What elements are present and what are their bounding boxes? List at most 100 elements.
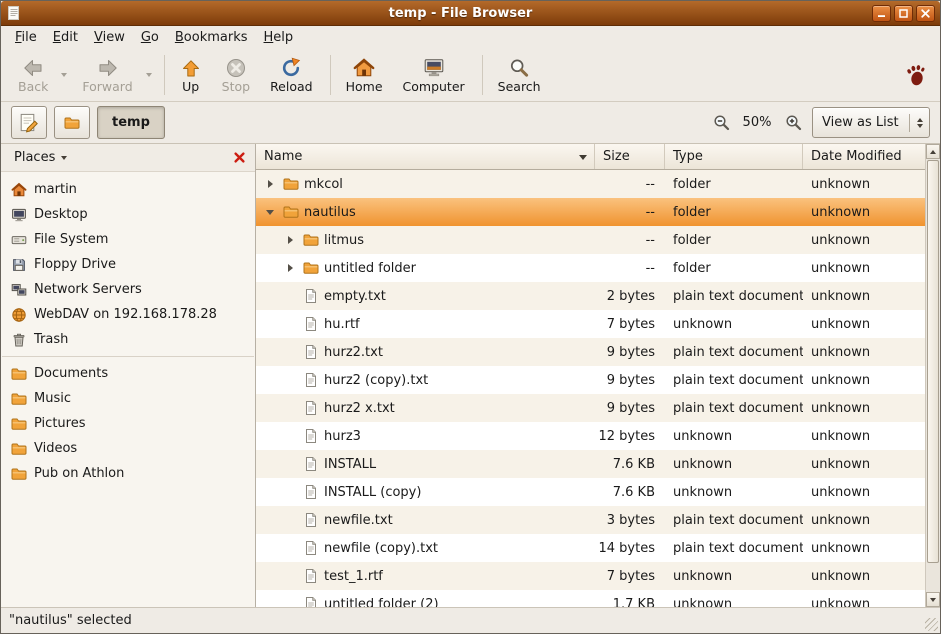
forward-dropdown-button[interactable] — [142, 52, 156, 98]
sidebar-item-martin[interactable]: martin — [1, 177, 255, 202]
sidebar-item-label: martin — [34, 182, 77, 197]
column-header-type[interactable]: Type — [665, 144, 803, 169]
file-row-untitled-folder-2-[interactable]: untitled folder (2)1.7 KBunknownunknown — [256, 590, 925, 607]
sidebar-item-file-system[interactable]: File System — [1, 227, 255, 252]
scroll-up-button[interactable] — [926, 144, 940, 159]
path-button-temp[interactable]: temp — [97, 106, 165, 139]
sidebar-item-webdav-on-192-168-178-28[interactable]: WebDAV on 192.168.178.28 — [1, 302, 255, 327]
menu-go[interactable]: Go — [133, 28, 167, 47]
file-row-hu-rtf[interactable]: hu.rtf7 bytesunknownunknown — [256, 310, 925, 338]
file-type: plain text document — [665, 282, 803, 310]
expander-collapsed-icon[interactable] — [262, 180, 278, 188]
up-button[interactable]: Up — [171, 54, 211, 96]
file-row-test-1-rtf[interactable]: test_1.rtf7 bytesunknownunknown — [256, 562, 925, 590]
file-row-hurz2-x-txt[interactable]: hurz2 x.txt9 bytesplain text documentunk… — [256, 394, 925, 422]
menu-help[interactable]: Help — [256, 28, 302, 47]
file-name: untitled folder (2) — [324, 597, 439, 608]
file-row-litmus[interactable]: litmus--folderunknown — [256, 226, 925, 254]
sidebar-item-pub-on-athlon[interactable]: Pub on Athlon — [1, 461, 255, 486]
search-button[interactable]: Search — [489, 54, 550, 96]
file-size: 7 bytes — [595, 310, 665, 338]
file-name: INSTALL — [324, 457, 376, 472]
file-row-newfile-copy-txt[interactable]: newfile (copy).txt14 bytesplain text doc… — [256, 534, 925, 562]
file-size: 7.6 KB — [595, 478, 665, 506]
tool-label: Computer — [403, 80, 465, 94]
file-type: plain text document — [665, 534, 803, 562]
titlebar[interactable]: temp - File Browser — [1, 1, 940, 26]
zoom-level: 50% — [740, 115, 774, 130]
sidebar-item-desktop[interactable]: Desktop — [1, 202, 255, 227]
expander-expanded-icon[interactable] — [262, 210, 278, 215]
view-as-dropdown[interactable]: View as List — [812, 107, 930, 138]
sidebar-item-label: Desktop — [34, 207, 88, 222]
toggle-location-entry-button[interactable] — [11, 106, 47, 139]
expander-collapsed-icon[interactable] — [282, 236, 298, 244]
file-name: hurz2.txt — [324, 345, 383, 360]
file-row-untitled-folder[interactable]: untitled folder--folderunknown — [256, 254, 925, 282]
menu-view[interactable]: View — [86, 28, 133, 47]
column-header-size[interactable]: Size — [595, 144, 665, 169]
maximize-button[interactable] — [894, 5, 913, 22]
user-home-icon — [11, 182, 27, 198]
zoom-out-button[interactable] — [709, 110, 733, 136]
computer-button[interactable]: Computer — [394, 54, 474, 96]
file-type: folder — [665, 198, 803, 226]
file-row-install[interactable]: INSTALL7.6 KBunknownunknown — [256, 450, 925, 478]
sidebar-item-network-servers[interactable]: Network Servers — [1, 277, 255, 302]
chevron-down-icon — [930, 598, 936, 602]
sidebar-item-pictures[interactable]: Pictures — [1, 411, 255, 436]
file-icon — [303, 344, 319, 360]
menu-edit[interactable]: Edit — [45, 28, 86, 47]
file-date-modified: unknown — [803, 422, 925, 450]
file-type: unknown — [665, 590, 803, 607]
stop-button[interactable]: Stop — [213, 54, 259, 96]
home-icon — [353, 57, 375, 79]
status-text: "nautilus" selected — [9, 613, 132, 628]
sidebar-item-documents[interactable]: Documents — [1, 361, 255, 386]
forward-button[interactable]: Forward — [73, 54, 141, 96]
column-header-name[interactable]: Name — [256, 144, 595, 169]
file-size: 14 bytes — [595, 534, 665, 562]
sidebar-item-videos[interactable]: Videos — [1, 436, 255, 461]
file-name: nautilus — [304, 205, 356, 220]
close-button[interactable] — [916, 5, 935, 22]
scrollbar-thumb[interactable] — [927, 160, 939, 563]
file-date-modified: unknown — [803, 338, 925, 366]
menu-file[interactable]: File — [7, 28, 45, 47]
expander-collapsed-icon[interactable] — [282, 264, 298, 272]
reload-button[interactable]: Reload — [261, 54, 322, 96]
menu-bookmarks[interactable]: Bookmarks — [167, 28, 256, 47]
file-row-hurz2-copy-txt[interactable]: hurz2 (copy).txt9 bytesplain text docume… — [256, 366, 925, 394]
scrollbar-trough[interactable] — [926, 159, 940, 592]
sidebar-item-floppy-drive[interactable]: Floppy Drive — [1, 252, 255, 277]
home-button[interactable]: Home — [337, 54, 392, 96]
zoom-in-button[interactable] — [781, 110, 805, 136]
back-dropdown-button[interactable] — [57, 52, 71, 98]
minimize-button[interactable] — [872, 5, 891, 22]
file-row-empty-txt[interactable]: empty.txt2 bytesplain text documentunkno… — [256, 282, 925, 310]
sidebar-item-music[interactable]: Music — [1, 386, 255, 411]
file-type: folder — [665, 170, 803, 198]
places-dropdown[interactable]: Places — [7, 147, 74, 168]
path-button-root[interactable] — [54, 106, 90, 139]
resize-grip[interactable] — [925, 618, 938, 631]
file-row-install-copy-[interactable]: INSTALL (copy)7.6 KBunknownunknown — [256, 478, 925, 506]
scroll-down-button[interactable] — [926, 592, 940, 607]
combo-separator — [909, 114, 910, 132]
file-row-hurz2-txt[interactable]: hurz2.txt9 bytesplain text documentunkno… — [256, 338, 925, 366]
file-type: plain text document — [665, 366, 803, 394]
file-name: mkcol — [304, 177, 343, 192]
file-row-hurz3[interactable]: hurz312 bytesunknownunknown — [256, 422, 925, 450]
back-button[interactable]: Back — [9, 54, 57, 96]
chevron-up-icon — [917, 118, 923, 122]
sidebar-item-trash[interactable]: Trash — [1, 327, 255, 352]
file-row-newfile-txt[interactable]: newfile.txt3 bytesplain text documentunk… — [256, 506, 925, 534]
vertical-scrollbar[interactable] — [925, 144, 940, 607]
tool-label: Up — [182, 80, 199, 94]
sidebar-close-button[interactable] — [229, 148, 249, 168]
sidebar-item-label: WebDAV on 192.168.178.28 — [34, 307, 217, 322]
file-row-nautilus[interactable]: nautilus--folderunknown — [256, 198, 925, 226]
forward-group: Forward — [73, 52, 155, 98]
column-header-date-modified[interactable]: Date Modified — [803, 144, 925, 169]
file-row-mkcol[interactable]: mkcol--folderunknown — [256, 170, 925, 198]
